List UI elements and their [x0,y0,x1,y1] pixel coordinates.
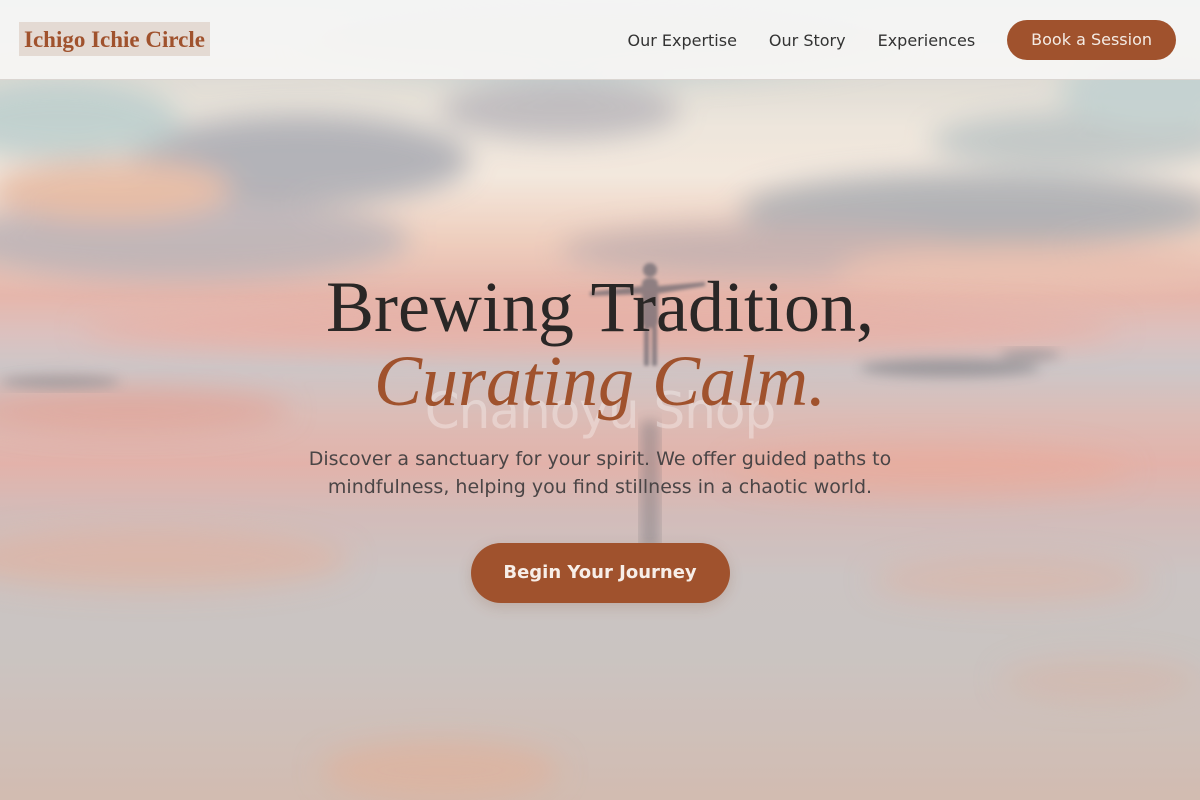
nav-link-experiences[interactable]: Experiences [878,31,976,50]
begin-journey-button[interactable]: Begin Your Journey [470,543,730,603]
main-nav: Our Expertise Our Story Experiences Book… [627,20,1176,60]
hero-section: Brewing Tradition, Curating Calm. Discov… [0,270,1200,603]
headline-line-2: Curating Calm. [373,341,827,421]
nav-link-our-expertise[interactable]: Our Expertise [627,31,736,50]
headline-line-1: Brewing Tradition, [325,267,875,347]
site-header: Ichigo Ichie Circle Our Expertise Our St… [0,0,1200,80]
book-session-button[interactable]: Book a Session [1007,20,1176,60]
hero-subtext: Discover a sanctuary for your spirit. We… [308,448,892,498]
hero-headline: Brewing Tradition, Curating Calm. [0,270,1200,418]
nav-link-our-story[interactable]: Our Story [769,31,846,50]
site-logo[interactable]: Ichigo Ichie Circle [19,22,210,56]
